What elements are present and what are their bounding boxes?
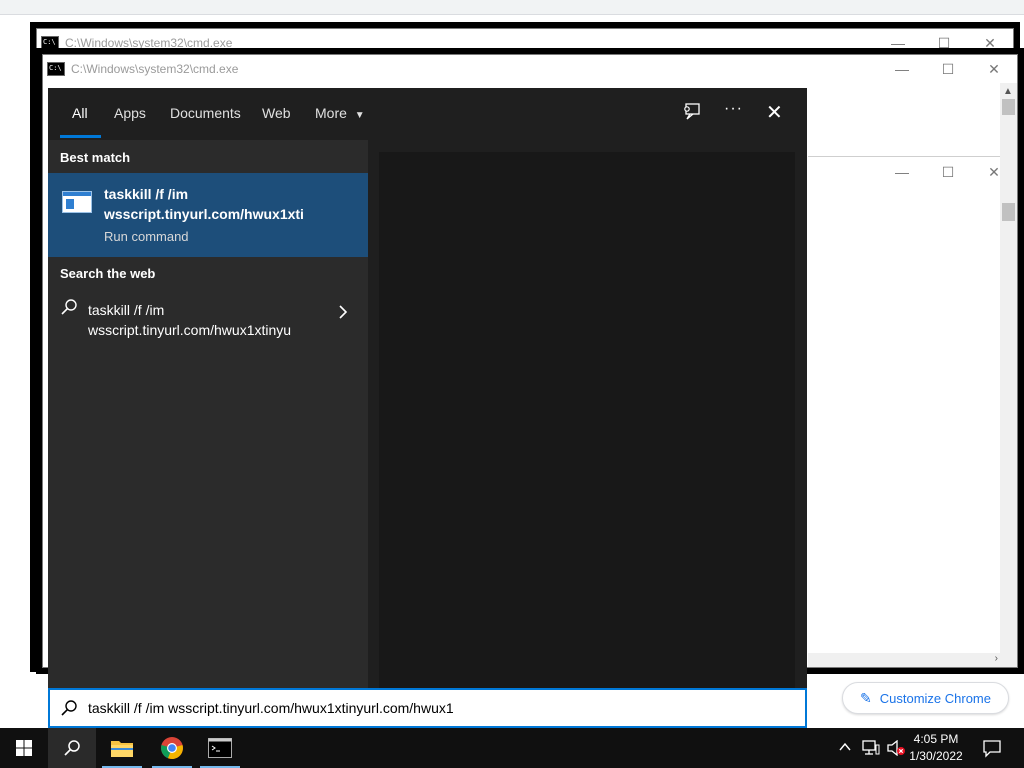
close-icon[interactable]: ✕ xyxy=(971,158,1017,186)
customize-chrome-button[interactable]: ✎ Customize Chrome xyxy=(842,682,1009,714)
tab-apps[interactable]: Apps xyxy=(114,105,146,121)
best-match-result[interactable]: taskkill /f /im wsscript.tinyurl.com/hwu… xyxy=(48,173,368,257)
close-icon[interactable]: ✕ xyxy=(967,29,1013,57)
tab-active-indicator xyxy=(60,135,101,138)
cmd-icon xyxy=(47,62,65,76)
search-web-heading: Search the web xyxy=(60,266,156,281)
start-button[interactable] xyxy=(0,728,48,768)
maximize-icon[interactable]: ☐ xyxy=(925,158,971,186)
best-match-heading: Best match xyxy=(60,150,131,165)
best-match-title: taskkill /f /im wsscript.tinyurl.com/hwu… xyxy=(104,186,304,222)
system-clock[interactable]: 4:05 PM 1/30/2022 xyxy=(906,731,966,765)
minimize-icon[interactable]: — xyxy=(879,158,925,186)
run-command-icon xyxy=(62,191,92,213)
windows-logo-icon xyxy=(16,740,32,756)
tab-web[interactable]: Web xyxy=(262,105,291,121)
scrollbar-horizontal[interactable]: › xyxy=(808,653,1000,667)
result-preview-content xyxy=(379,152,795,688)
chevron-up-icon[interactable] xyxy=(838,740,852,759)
clock-date: 1/30/2022 xyxy=(909,749,963,763)
cmd-window-back-controls: — ☐ ✕ xyxy=(875,29,1013,57)
volume-muted-icon[interactable] xyxy=(886,739,906,761)
cmd-window-front-title: C:\Windows\system32\cmd.exe xyxy=(71,62,239,76)
scrollbar-thumb[interactable] xyxy=(1002,99,1015,115)
close-icon[interactable]: ✕ xyxy=(971,55,1017,83)
cmd-taskbar-button[interactable] xyxy=(196,728,244,768)
folder-icon xyxy=(111,741,133,757)
chrome-tab-strip xyxy=(0,0,1024,15)
search-input[interactable] xyxy=(88,700,738,716)
cmd-icon xyxy=(208,738,232,758)
cmd-inner-controls: — ☐ ✕ xyxy=(879,158,1017,186)
tab-more-label: More xyxy=(315,105,347,121)
more-options-icon[interactable]: ··· xyxy=(724,100,743,118)
search-box[interactable] xyxy=(48,688,807,728)
caret-down-icon: ▼ xyxy=(354,110,365,121)
file-explorer-button[interactable] xyxy=(98,728,146,768)
pencil-icon: ✎ xyxy=(860,689,872,706)
chrome-taskbar-button[interactable] xyxy=(148,728,196,768)
search-tabs-bar: All Apps Documents Web More ▼ ··· ✕ xyxy=(48,88,807,140)
taskbar-search-button[interactable] xyxy=(48,728,96,768)
scroll-right-arrow-icon[interactable]: › xyxy=(995,653,998,664)
tab-all[interactable]: All xyxy=(72,105,88,121)
best-match-subtitle: Run command xyxy=(104,229,189,244)
cmd-window-back-title: C:\Windows\system32\cmd.exe xyxy=(65,36,233,50)
scroll-up-arrow-icon[interactable]: ▲ xyxy=(1000,83,1016,99)
customize-chrome-label: Customize Chrome xyxy=(879,690,991,706)
feedback-icon[interactable] xyxy=(682,102,702,122)
minimize-icon[interactable]: — xyxy=(875,29,921,57)
search-icon xyxy=(64,740,80,756)
cmd-window-back-titlebar[interactable]: C:\Windows\system32\cmd.exe xyxy=(37,29,1013,57)
cmd-icon xyxy=(41,36,59,50)
web-search-result[interactable]: taskkill /f /im wsscript.tinyurl.com/hwu… xyxy=(48,290,368,350)
tab-more[interactable]: More ▼ xyxy=(315,105,365,121)
minimize-icon[interactable]: — xyxy=(879,55,925,83)
close-icon[interactable]: ✕ xyxy=(766,100,783,125)
windows-search-panel: All Apps Documents Web More ▼ ··· ✕ Best… xyxy=(48,88,807,688)
cmd-window-front-controls: — ☐ ✕ xyxy=(879,55,1017,83)
cmd-inner-divider xyxy=(808,156,1000,157)
chevron-right-icon[interactable] xyxy=(338,304,348,325)
taskbar: 4:05 PM 1/30/2022 xyxy=(0,728,1024,768)
search-icon xyxy=(60,699,78,717)
network-icon[interactable] xyxy=(862,740,880,761)
search-icon xyxy=(60,298,78,321)
search-results-list: Best match taskkill /f /im wsscript.tiny… xyxy=(48,140,368,688)
maximize-icon[interactable]: ☐ xyxy=(921,29,967,57)
cmd-window-front-titlebar[interactable]: C:\Windows\system32\cmd.exe xyxy=(43,55,1017,83)
chrome-icon xyxy=(161,737,183,760)
scrollbar-thumb-lower[interactable] xyxy=(1002,203,1015,221)
clock-time: 4:05 PM xyxy=(913,732,959,746)
result-preview-pane xyxy=(368,140,807,688)
notification-icon[interactable] xyxy=(982,738,1002,763)
maximize-icon[interactable]: ☐ xyxy=(925,55,971,83)
web-result-text: taskkill /f /im wsscript.tinyurl.com/hwu… xyxy=(88,302,292,338)
tab-documents[interactable]: Documents xyxy=(170,105,241,121)
